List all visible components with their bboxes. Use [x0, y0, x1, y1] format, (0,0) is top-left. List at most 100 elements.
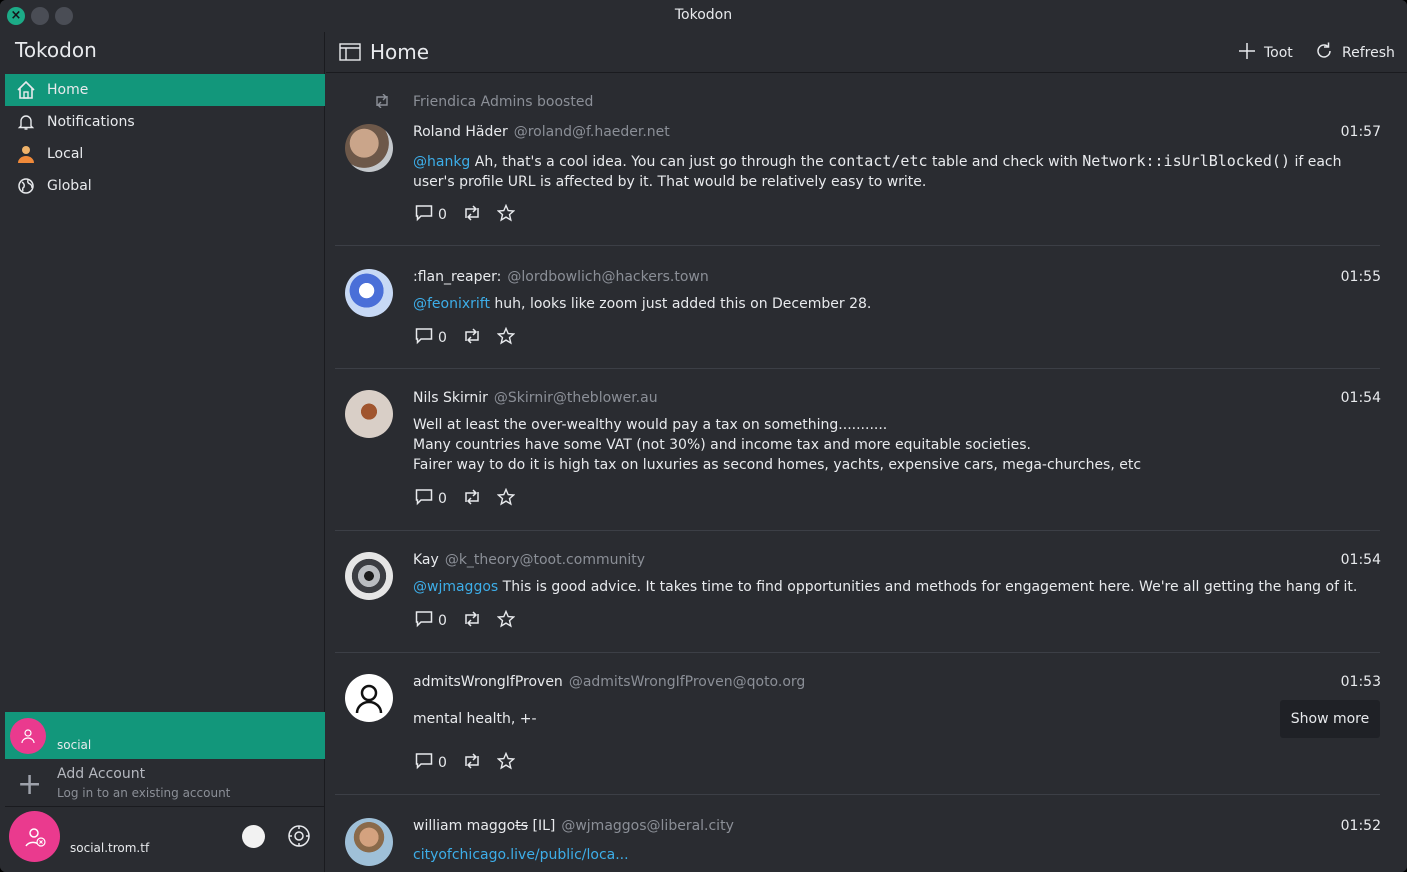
boost-button[interactable]: [463, 205, 481, 225]
boost-button[interactable]: [463, 328, 481, 348]
boost-button[interactable]: [463, 489, 481, 509]
display-name[interactable]: Nils Skirnir: [413, 390, 488, 406]
bell-icon: [15, 111, 37, 133]
post-text: huh, looks like zoom just added this on …: [489, 296, 872, 312]
reply-icon: [415, 204, 433, 226]
boost-button[interactable]: [463, 611, 481, 631]
toot-button[interactable]: Toot: [1238, 42, 1293, 64]
reply-icon: [415, 610, 433, 632]
sidebar-item-global[interactable]: Global: [5, 170, 325, 202]
post-author: admitsWrongIfProven @admitsWrongIfProven@…: [413, 674, 805, 690]
favorite-button[interactable]: [496, 609, 516, 632]
reply-button[interactable]: 0: [415, 327, 455, 349]
post-content: @feonixrift huh, looks like zoom just ad…: [413, 294, 1373, 314]
display-name[interactable]: Roland Häder: [413, 124, 508, 140]
boost-icon: [463, 611, 481, 631]
post-time: 01:54: [1340, 552, 1381, 568]
plus-icon: +: [17, 767, 43, 802]
post-time: 01:57: [1340, 124, 1381, 140]
post-author: Roland Häder @roland@f.haeder.net: [413, 124, 670, 140]
main-panel: Home Toot Refresh Friendica Admins boost…: [326, 32, 1407, 872]
post-text-line: Well at least the over-wealthy would pay…: [413, 417, 888, 433]
post-link[interactable]: cityofchicago.live/public/loca...: [413, 847, 629, 863]
mention-link[interactable]: @hankg: [413, 154, 470, 170]
favorite-button[interactable]: [496, 326, 516, 349]
reply-count: 0: [438, 755, 447, 771]
account-instance-label: social.trom.tf: [70, 841, 150, 855]
favorite-button[interactable]: [496, 203, 516, 226]
handle: @lordbowlich@hackers.town: [507, 269, 709, 285]
avatar[interactable]: [345, 674, 393, 722]
show-more-button[interactable]: Show more: [1280, 700, 1380, 738]
post-actions: 0: [415, 487, 523, 510]
timeline-icon: [339, 43, 361, 65]
reply-button[interactable]: 0: [415, 610, 455, 632]
window-title: Tokodon: [674, 7, 733, 23]
reply-button[interactable]: 0: [415, 488, 455, 510]
toot-label: Toot: [1264, 45, 1293, 61]
inline-code: contact/etc: [828, 152, 928, 170]
sidebar-item-home[interactable]: Home: [5, 74, 325, 106]
reply-count: 0: [438, 330, 447, 346]
settings-button[interactable]: [286, 823, 312, 849]
post-author: :flan_reaper: @lordbowlich@hackers.town: [413, 269, 709, 285]
add-account-button[interactable]: + Add Account Log in to an existing acco…: [5, 762, 325, 806]
avatar[interactable]: [345, 390, 393, 438]
handle: @k_theory@toot.community: [444, 552, 646, 568]
sidebar-item-label: Global: [47, 178, 92, 194]
add-account-subtitle: Log in to an existing account: [57, 786, 231, 800]
display-name[interactable]: william maggots [IL]: [413, 818, 555, 834]
favorite-button[interactable]: [496, 487, 516, 510]
sidebar-item-local[interactable]: Local: [5, 138, 325, 170]
favorite-button[interactable]: [496, 751, 516, 774]
mention-link[interactable]: @feonixrift: [413, 296, 490, 312]
star-icon: [496, 751, 516, 774]
avatar[interactable]: [345, 269, 393, 317]
reply-button[interactable]: 0: [415, 752, 455, 774]
avatar[interactable]: [345, 124, 393, 172]
post-actions: 0: [415, 326, 523, 349]
refresh-icon: [1314, 41, 1342, 65]
app-window: × Tokodon Tokodon Home Notifications Loc…: [0, 0, 1407, 872]
reply-icon: [415, 752, 433, 774]
post-content: @wjmaggos This is good advice. It takes …: [413, 577, 1373, 597]
post: Nils Skirnir @Skirnir@theblower.au 01:54 …: [335, 370, 1381, 531]
users-icon: [15, 143, 37, 165]
refresh-button[interactable]: Refresh: [1314, 42, 1395, 64]
sidebar-item-notifications[interactable]: Notifications: [5, 106, 325, 138]
star-icon: [496, 203, 516, 226]
star-icon: [496, 326, 516, 349]
spoiler-text: mental health, +-: [413, 711, 537, 727]
status-indicator[interactable]: [242, 825, 265, 848]
boost-button[interactable]: [463, 753, 481, 773]
handle: @admitsWrongIfProven@qoto.org: [568, 674, 806, 690]
display-name[interactable]: Kay: [413, 552, 439, 568]
post-text-line: Many countries have some VAT (not 30%) a…: [413, 437, 1031, 453]
display-name[interactable]: admitsWrongIfProven: [413, 674, 563, 690]
avatar[interactable]: [345, 818, 393, 866]
mention-link[interactable]: @wjmaggos: [413, 579, 498, 595]
post: Kay @k_theory@toot.community 01:54 @wjmag…: [335, 532, 1381, 653]
post-time: 01:54: [1340, 390, 1381, 406]
sidebar-footer: social.trom.tf: [5, 808, 325, 870]
post-content: cityofchicago.live/public/loca...: [413, 845, 1373, 865]
post-text: Ah, that's a cool idea. You can just go …: [470, 154, 829, 170]
display-name-part: [IL]: [528, 818, 556, 834]
display-name[interactable]: :flan_reaper:: [413, 269, 501, 285]
globe-icon: [15, 175, 37, 197]
post: william maggots [IL] @wjmaggos@liberal.ci…: [335, 796, 1381, 872]
handle: @wjmaggos@liberal.city: [561, 818, 734, 834]
boost-label: Friendica Admins boosted: [413, 94, 594, 110]
post-text-line: Fairer way to do it is high tax on luxur…: [413, 457, 1142, 473]
main-header: Home Toot Refresh: [326, 32, 1407, 73]
inline-code: Network::isUrlBlocked(): [1082, 152, 1290, 170]
post-text: This is good advice. It takes time to fi…: [498, 579, 1358, 595]
account-label: social: [57, 738, 92, 752]
plus-icon: [1238, 42, 1264, 64]
avatar[interactable]: [345, 552, 393, 600]
timeline-feed[interactable]: Friendica Admins boosted Roland Häder @ro…: [326, 74, 1407, 872]
reply-count: 0: [438, 613, 447, 629]
avatar[interactable]: [9, 811, 60, 862]
account-social[interactable]: social: [5, 712, 325, 759]
reply-button[interactable]: 0: [415, 204, 455, 226]
